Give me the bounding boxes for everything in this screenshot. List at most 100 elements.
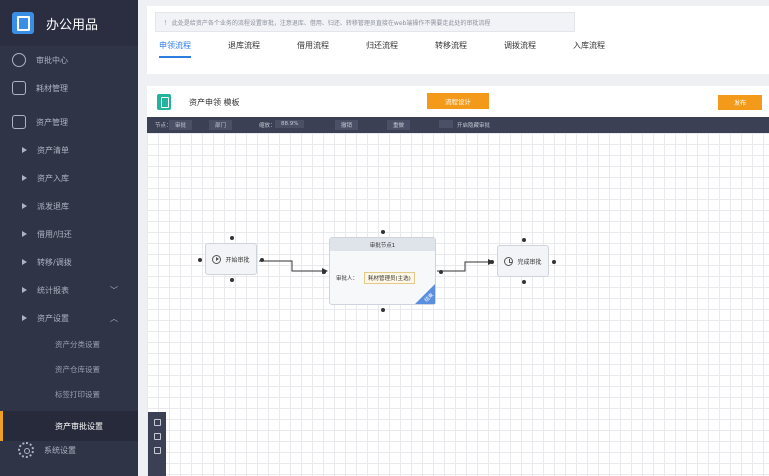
zoom-select[interactable]: 88.9% — [275, 120, 305, 128]
dept-select[interactable]: 部门 — [209, 120, 233, 130]
anchor-top[interactable] — [230, 236, 234, 240]
sidebar-item-approval-center[interactable]: 审批中心 — [0, 46, 138, 74]
chevron-down-icon: ﹀ — [110, 285, 118, 295]
anchor-bottom[interactable] — [381, 308, 385, 312]
caret-right-icon — [22, 175, 27, 181]
end-node-label: 完成审批 — [517, 258, 542, 266]
sidebar-item-label: 资产清单 — [37, 145, 69, 155]
flow-editor: 资产申领 模板 流程设计 发布 节点： 审批 部门 缩放： 88.9% 撤销 重… — [147, 86, 769, 476]
process-tabs: 申领流程 退库流程 借用流程 归还流程 转移流程 调拨流程 入库流程 — [159, 40, 642, 58]
play-icon — [212, 254, 222, 264]
anchor-left[interactable] — [490, 260, 494, 264]
sidebar-item-label: 借用/归还 — [37, 229, 72, 239]
brand: 办公用品 — [0, 0, 138, 46]
process-tabs-card: ！ 此处是给资产各个业务的流程设置审批，注意退库、借用、归还、转移管理员直接在w… — [147, 6, 769, 74]
tab-borrow[interactable]: 借用流程 — [297, 40, 329, 58]
end-node[interactable]: 完成审批 — [490, 238, 556, 284]
template-icon — [157, 94, 171, 110]
folder-icon — [12, 115, 26, 129]
start-node[interactable]: 开始审批 — [198, 236, 264, 282]
tab-transfer[interactable]: 转移流程 — [435, 40, 467, 58]
anchor-bottom[interactable] — [522, 280, 526, 284]
sidebar-item-label: 资产分类设置 — [55, 340, 100, 349]
sidebar-item-borrow-return[interactable]: 借用/归还 — [0, 220, 138, 248]
sidebar-item-label: 统计报表 — [37, 285, 69, 295]
cube-icon — [12, 81, 26, 95]
caret-right-icon — [22, 259, 27, 265]
sidebar-item-label: 系统设置 — [44, 445, 76, 455]
sidebar-item-label: 资产仓库设置 — [55, 365, 100, 374]
sidebar: 办公用品 审批中心 耗材管理 资产管理 资产清单 资产入库 派发退库 借用/归还… — [0, 0, 138, 476]
sidebar-item-warehouse-settings[interactable]: 资产仓库设置 — [0, 357, 138, 382]
anchor-right[interactable] — [260, 258, 264, 262]
editor-toolbar: 节点： 审批 部门 缩放： 88.9% 撤销 重做 开启隐藏审批 — [147, 117, 769, 133]
flow-design-label: 流程设计 — [445, 99, 471, 106]
approver-label: 审批人： — [336, 276, 359, 282]
sidebar-item-asset-list[interactable]: 资产清单 — [0, 136, 138, 164]
anchor-right[interactable] — [439, 270, 443, 274]
sidebar-item-label: 派发退库 — [37, 201, 69, 211]
sidebar-item-system-settings[interactable]: 系统设置 — [0, 436, 138, 464]
sidebar-item-label: 资产管理 — [36, 117, 68, 127]
flow-connectors — [259, 259, 494, 274]
sidebar-item-label: 审批中心 — [36, 55, 68, 65]
caret-right-icon — [22, 315, 27, 321]
sidebar-item-transfer[interactable]: 转移/调拨 — [0, 248, 138, 276]
export-icon[interactable] — [153, 447, 161, 454]
approval-node[interactable]: 审批节点1 审批人： 耗材管理员(主选) 结束 — [322, 230, 443, 312]
sidebar-item-category-settings[interactable]: 资产分类设置 — [0, 332, 138, 357]
user-icon — [12, 53, 26, 67]
zoom-reset-icon[interactable] — [153, 433, 161, 440]
anchor-top[interactable] — [381, 230, 385, 234]
tab-allocate[interactable]: 调拨流程 — [504, 40, 536, 58]
approver-value: 耗材管理员(主选) — [364, 272, 415, 284]
chevron-up-icon: ︿ — [110, 313, 118, 323]
node-select[interactable]: 审批 — [169, 120, 193, 130]
anchor-left[interactable] — [198, 258, 202, 262]
sidebar-item-label: 资产设置 — [37, 313, 69, 323]
start-node-label: 开始审批 — [225, 256, 250, 264]
tab-inbound[interactable]: 入库流程 — [573, 40, 605, 58]
anchor-top[interactable] — [522, 238, 526, 242]
approval-node-title: 审批节点1 — [330, 238, 435, 251]
anchor-bottom[interactable] — [230, 278, 234, 282]
zoom-label: 缩放： — [259, 123, 276, 129]
redo-button[interactable]: 重做 — [387, 120, 411, 130]
notice-banner: ！ 此处是给资产各个业务的流程设置审批，注意退库、借用、归还、转移管理员直接在w… — [155, 12, 575, 32]
tab-return[interactable]: 退库流程 — [228, 40, 260, 58]
sidebar-item-dispatch-return[interactable]: 派发退库 — [0, 192, 138, 220]
fit-view-icon[interactable] — [153, 419, 161, 426]
undo-button[interactable]: 撤销 — [335, 120, 359, 130]
gear-icon — [18, 442, 34, 458]
anchor-left[interactable] — [322, 270, 326, 274]
tab-giveback[interactable]: 归还流程 — [366, 40, 398, 58]
hidden-approval-toggle[interactable] — [439, 120, 453, 128]
sidebar-item-label: 转移/调拨 — [37, 257, 72, 267]
sidebar-item-label: 耗材管理 — [36, 83, 68, 93]
sidebar-item-consumables[interactable]: 耗材管理 — [0, 74, 138, 102]
sidebar-item-label: 资产入库 — [37, 173, 69, 183]
caret-right-icon — [22, 287, 27, 293]
flow-design-button[interactable]: 流程设计 — [427, 93, 489, 109]
editor-header: 资产申领 模板 流程设计 发布 — [147, 86, 769, 118]
sidebar-item-asset-settings[interactable]: 资产设置 ︿ — [0, 304, 138, 332]
toggle-label: 开启隐藏审批 — [457, 123, 491, 129]
app-logo-icon — [12, 12, 34, 34]
clock-icon — [504, 256, 514, 266]
publish-button[interactable]: 发布 — [718, 95, 762, 110]
sidebar-item-asset-management[interactable]: 资产管理 — [0, 108, 138, 136]
flow-canvas[interactable]: 开始审批 审批节点1 审批人： 耗材管理员(主选) 结束 完成审批 — [147, 133, 769, 476]
sidebar-item-reports[interactable]: 统计报表 ﹀ — [0, 276, 138, 304]
sidebar-item-label: 标签打印设置 — [55, 390, 100, 399]
approval-node-body: 审批人： 耗材管理员(主选) — [336, 272, 415, 284]
edge-approval-to-end — [437, 259, 494, 272]
edge-start-to-approval — [259, 260, 328, 274]
caret-right-icon — [22, 147, 27, 153]
sidebar-item-label: 资产审批设置 — [55, 421, 103, 431]
tab-apply[interactable]: 申领流程 — [159, 40, 191, 58]
sidebar-item-asset-inbound[interactable]: 资产入库 — [0, 164, 138, 192]
caret-right-icon — [22, 231, 27, 237]
anchor-right[interactable] — [552, 260, 556, 264]
sidebar-item-label-print-settings[interactable]: 标签打印设置 — [0, 382, 138, 407]
canvas-mini-toolbar — [148, 412, 166, 476]
